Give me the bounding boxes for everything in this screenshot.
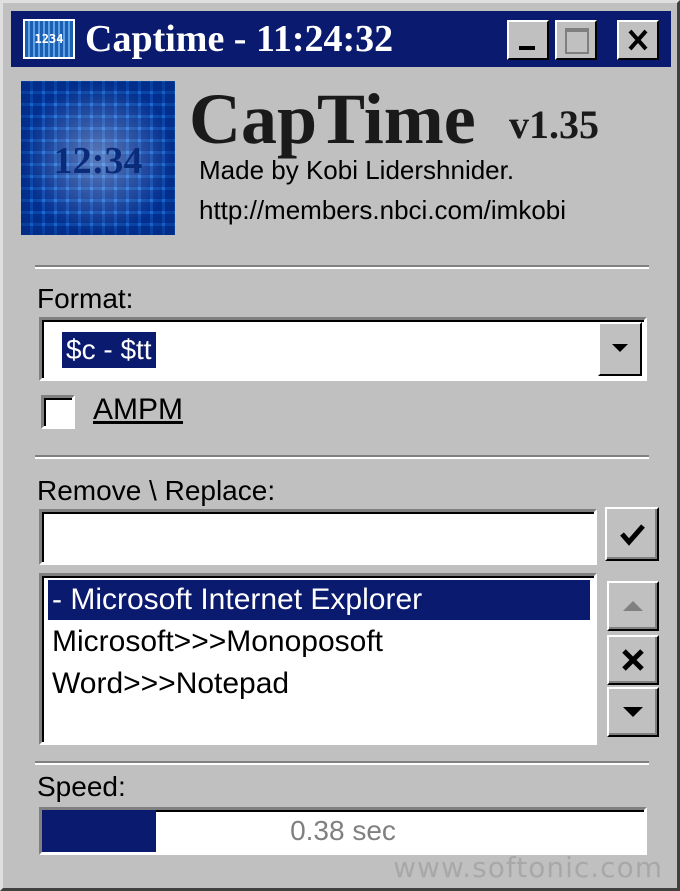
speed-slider[interactable]: 0.38 sec bbox=[39, 807, 647, 855]
delete-x-icon bbox=[622, 649, 644, 671]
captime-window: 1234 Captime - 11:24:32 12:34 CapTime v1… bbox=[0, 0, 680, 891]
app-version: v1.35 bbox=[509, 102, 599, 147]
format-label: Format: bbox=[37, 283, 134, 314]
app-icon[interactable]: 1234 bbox=[21, 17, 77, 61]
format-input-value[interactable]: $c - $tt bbox=[62, 332, 156, 368]
app-logo: 12:34 bbox=[21, 81, 175, 235]
app-icon-label: 1234 bbox=[25, 21, 73, 57]
app-name: CapTime bbox=[189, 79, 476, 159]
format-combo[interactable]: $c - $tt bbox=[39, 317, 647, 381]
separator bbox=[35, 265, 649, 269]
list-item[interactable]: - Microsoft Internet Explorer bbox=[48, 580, 590, 620]
author-url: http://members.nbci.com/imkobi bbox=[199, 195, 567, 225]
arrow-up-icon bbox=[623, 601, 643, 611]
move-up-button[interactable] bbox=[607, 581, 659, 631]
format-dropdown-button[interactable] bbox=[598, 322, 642, 376]
checkmark-icon bbox=[620, 524, 645, 546]
ampm-checkbox[interactable] bbox=[41, 395, 75, 429]
minimize-button[interactable] bbox=[507, 20, 549, 60]
rule-list[interactable]: - Microsoft Internet Explorer Microsoft>… bbox=[39, 573, 597, 745]
chevron-down-icon bbox=[612, 344, 628, 352]
title-bar[interactable]: 1234 Captime - 11:24:32 bbox=[11, 11, 671, 67]
ampm-label-text: AMPM bbox=[93, 393, 183, 426]
replace-rule-input[interactable] bbox=[39, 509, 597, 565]
window-title: Captime - 11:24:32 bbox=[85, 18, 394, 60]
author-credit: Made by Kobi Lidershnider. bbox=[199, 155, 515, 185]
close-button[interactable] bbox=[617, 20, 659, 60]
speed-value: 0.38 sec bbox=[290, 815, 396, 846]
maximize-icon bbox=[565, 28, 589, 54]
speed-label: Speed: bbox=[37, 771, 126, 802]
separator bbox=[35, 455, 649, 459]
delete-rule-button[interactable] bbox=[607, 635, 659, 685]
logo-clock-text: 12:34 bbox=[53, 140, 143, 182]
watermark: www.softonic.com bbox=[393, 851, 663, 884]
list-item[interactable]: Microsoft>>>Monoposoft bbox=[48, 622, 383, 662]
separator bbox=[35, 761, 649, 765]
move-down-button[interactable] bbox=[607, 687, 659, 737]
arrow-down-icon bbox=[623, 707, 643, 717]
remove-replace-label: Remove \ Replace: bbox=[37, 475, 276, 506]
close-icon bbox=[628, 29, 648, 51]
ampm-label[interactable]: AMPM bbox=[93, 393, 183, 427]
apply-rule-button[interactable] bbox=[605, 507, 659, 561]
list-item[interactable]: Word>>>Notepad bbox=[48, 664, 289, 704]
maximize-button[interactable] bbox=[555, 20, 597, 60]
minimize-icon bbox=[519, 46, 535, 50]
